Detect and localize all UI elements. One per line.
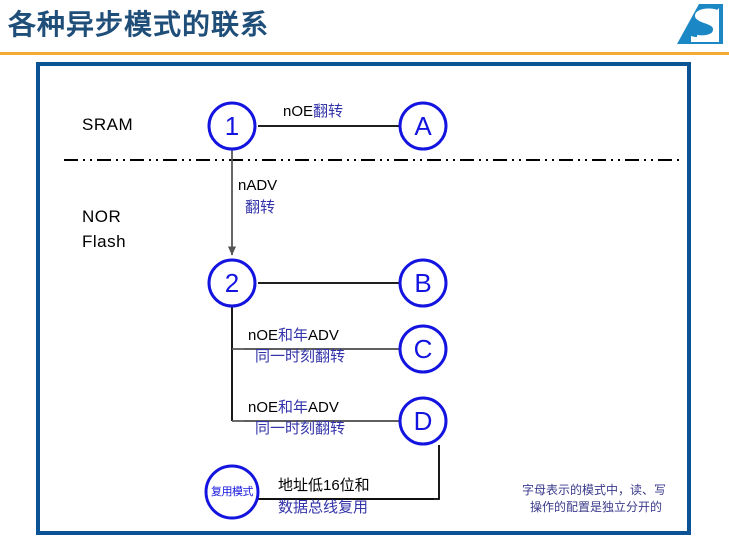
edge-label-1-2-line2: 翻转 — [245, 199, 276, 216]
asynchronous-mode-diagram — [64, 101, 684, 520]
edge-label-2-c-latin2: ADV — [308, 327, 339, 344]
edge-label-d-mux-line2: 数据总线复用 — [278, 499, 369, 516]
node-label-mux: 复用模式 — [211, 486, 254, 498]
note-letters-line1: 字母表示的模式中，读、写 — [522, 483, 667, 497]
edge-label-1-a: nOE翻转 — [283, 103, 344, 121]
region-label-nor-flash-line2: Flash — [82, 232, 127, 251]
edge-label-2-d-line1: nOE和年ADV — [248, 399, 339, 417]
node-label-1: 1 — [224, 111, 240, 141]
edge-label-2-d-cn: 和年 — [278, 399, 309, 416]
edge-label-2-c-latin1: nOE — [248, 327, 279, 344]
edge-label-2-c-line2: 同一时刻翻转 — [255, 348, 346, 365]
node-label-a: A — [414, 111, 432, 141]
node-label-c: C — [413, 334, 433, 364]
edge-label-1-2-line1: nADV — [238, 177, 278, 194]
node-label-d: D — [413, 406, 433, 436]
edge-label-1-a-cn: 翻转 — [313, 103, 344, 120]
page-title: 各种异步模式的联系 — [8, 9, 270, 40]
edge-label-2-d-line2: 同一时刻翻转 — [255, 420, 346, 437]
edge-label-2-d-latin1: nOE — [248, 399, 279, 416]
region-label-nor-flash-line1: NOR — [82, 207, 122, 226]
title-divider — [0, 52, 729, 55]
edge-label-2-c-line1: nOE和年ADV — [248, 327, 339, 345]
note-letters-line2: 操作的配置是独立分开的 — [530, 500, 663, 514]
node-label-2: 2 — [224, 268, 240, 298]
edge-label-1-a-latin: nOE — [283, 103, 314, 120]
node-label-b: B — [414, 268, 432, 298]
region-label-sram: SRAM — [82, 115, 134, 134]
edge-label-2-d-latin2: ADV — [308, 399, 339, 416]
edge-label-d-mux-line1: 地址低16位和 — [278, 477, 370, 494]
edge-label-2-c-cn: 和年 — [278, 327, 309, 344]
slide-canvas: 各种异步模式的联系 SRAM NOR Flash 1 2 A B C D 复用模… — [0, 0, 729, 548]
st-logo-icon — [677, 4, 723, 44]
